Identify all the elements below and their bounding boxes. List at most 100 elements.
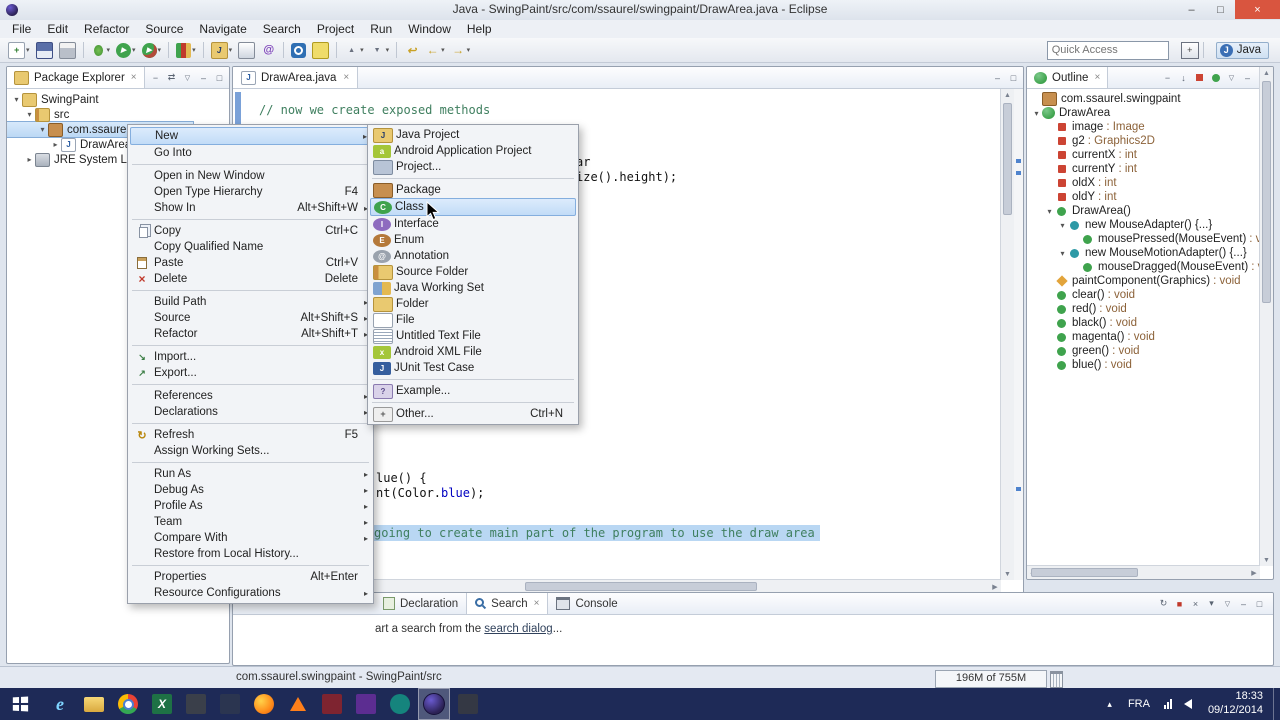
dark-app3-taskbar-button[interactable]: [452, 688, 484, 720]
maximize-view-icon[interactable]: [1252, 597, 1267, 611]
menu-item-source-folder[interactable]: Source Folder: [370, 264, 576, 280]
menu-item-other[interactable]: Other... Ctrl+N: [370, 406, 576, 422]
menu-item-debug-as[interactable]: Debug As ▸: [130, 482, 371, 498]
quick-access-input[interactable]: [1046, 40, 1169, 60]
outline-item-g2[interactable]: g2: Graphics2D: [1027, 134, 1161, 148]
outline-item-magenta[interactable]: magenta(): void: [1027, 330, 1161, 344]
minimize-view-icon[interactable]: [1240, 71, 1255, 85]
menu-item-profile-as[interactable]: Profile As ▸: [130, 498, 371, 514]
menu-item-folder[interactable]: Folder: [370, 296, 576, 312]
editor-tab-drawarea[interactable]: DrawArea.java ×: [233, 67, 359, 88]
jar-button[interactable]: [236, 40, 257, 60]
minimize-window-button[interactable]: [1177, 0, 1206, 19]
scrollbar-thumb[interactable]: [1003, 103, 1012, 215]
network-icon[interactable]: [1163, 699, 1172, 709]
expand-arrow-icon[interactable]: ▾: [1057, 249, 1068, 258]
menu-item-show-in[interactable]: Show In Alt+Shift+W ▸: [130, 200, 371, 216]
outline-item-green[interactable]: green(): void: [1027, 344, 1146, 358]
sort-icon[interactable]: [1176, 71, 1191, 85]
red-app-taskbar-button[interactable]: [316, 688, 348, 720]
minimize-view-icon[interactable]: [1236, 597, 1251, 611]
java-perspective-button[interactable]: J Java: [1215, 41, 1269, 59]
vertical-scrollbar[interactable]: ▲ ▼: [1259, 67, 1273, 566]
run-search-again-icon[interactable]: [1156, 597, 1171, 611]
expand-arrow-icon[interactable]: ▾: [11, 95, 22, 104]
search-history-icon[interactable]: [1204, 597, 1219, 611]
outline-item-black[interactable]: black(): void: [1027, 316, 1143, 330]
taskbar-clock[interactable]: 18:33 09/12/2014: [1208, 690, 1263, 718]
outline-item-currenty[interactable]: currentY: int: [1027, 162, 1143, 176]
menu-item-assign-working-sets[interactable]: Assign Working Sets...: [130, 443, 371, 459]
minimize-view-icon[interactable]: [196, 71, 211, 85]
overview-mark[interactable]: [1016, 159, 1021, 163]
expand-arrow-icon[interactable]: ▾: [1044, 207, 1055, 216]
menu-item-team[interactable]: Team ▸: [130, 514, 371, 530]
menubar-item-navigate[interactable]: Navigate: [191, 21, 254, 37]
vertical-scrollbar[interactable]: ▲ ▼: [1000, 89, 1014, 580]
close-view-icon[interactable]: ×: [1094, 72, 1100, 83]
outline-item-mousedragged-mouseevent[interactable]: mouseDragged(MouseEvent): void: [1027, 260, 1273, 274]
menu-item-project[interactable]: Project...: [370, 159, 576, 175]
firefox-taskbar-button[interactable]: [248, 688, 280, 720]
menu-item-export[interactable]: Export...: [130, 365, 371, 381]
close-window-button[interactable]: [1235, 0, 1280, 19]
menu-item-restore-from-local-history[interactable]: Restore from Local History...: [130, 546, 371, 562]
outline-item-image[interactable]: image: Image: [1027, 120, 1151, 134]
expand-arrow-icon[interactable]: ▾: [37, 125, 48, 134]
outline-item-mousepressed-mouseevent[interactable]: mousePressed(MouseEvent): void: [1027, 232, 1273, 246]
menu-item-junit-test-case[interactable]: JUnit Test Case: [370, 360, 576, 376]
collapse-all-icon[interactable]: [1160, 71, 1175, 85]
menu-item-copy-qualified-name[interactable]: Copy Qualified Name: [130, 239, 371, 255]
menu-item-source[interactable]: Source Alt+Shift+S ▸: [130, 310, 371, 326]
hide-fields-icon[interactable]: [1192, 71, 1207, 85]
menubar-item-search[interactable]: Search: [255, 21, 309, 37]
overview-mark[interactable]: [1016, 171, 1021, 175]
outline-item-currentx[interactable]: currentX: int: [1027, 148, 1143, 162]
media-app-taskbar-button[interactable]: [384, 688, 416, 720]
save-button[interactable]: [34, 40, 55, 60]
overview-ruler[interactable]: [1013, 89, 1023, 580]
menu-item-go-into[interactable]: Go Into: [130, 145, 371, 161]
vlc-taskbar-button[interactable]: [282, 688, 314, 720]
menu-item-android-xml-file[interactable]: Android XML File: [370, 344, 576, 360]
scrollbar-thumb[interactable]: [1262, 81, 1271, 303]
new-java-project-button[interactable]: ▾: [209, 40, 235, 60]
scroll-right-icon[interactable]: ▶: [1248, 566, 1260, 579]
open-perspective-icon[interactable]: [1180, 41, 1199, 59]
purple-app-taskbar-button[interactable]: [350, 688, 382, 720]
next-annotation-button[interactable]: ▾: [368, 40, 392, 60]
menu-item-properties[interactable]: Properties Alt+Enter: [130, 569, 371, 585]
menu-item-package[interactable]: Package: [370, 182, 576, 198]
expand-arrow-icon[interactable]: ▸: [50, 140, 61, 149]
eclipse-taskbar-button[interactable]: [418, 688, 450, 720]
menu-item-references[interactable]: References ▸: [130, 388, 371, 404]
javadoc-button[interactable]: [259, 40, 278, 60]
menubar-item-run[interactable]: Run: [362, 21, 400, 37]
outline-item-drawarea[interactable]: ▾ DrawArea: [1027, 106, 1116, 120]
outline-item-new-mouseadapter[interactable]: ▾ new MouseAdapter() {...}: [1027, 218, 1218, 232]
run-button[interactable]: ▾: [114, 40, 138, 60]
language-indicator[interactable]: FRA: [1128, 698, 1150, 710]
menu-item-android-application-project[interactable]: Android Application Project: [370, 143, 576, 159]
menu-item-import[interactable]: Import...: [130, 349, 371, 365]
menu-item-class[interactable]: Class: [370, 198, 576, 216]
scroll-up-icon[interactable]: ▲: [1001, 89, 1014, 101]
outline-item-oldy[interactable]: oldY: int: [1027, 190, 1123, 204]
outline-item-new-mousemotionadapter[interactable]: ▾ new MouseMotionAdapter() {...}: [1027, 246, 1253, 260]
scrollbar-thumb[interactable]: [1031, 568, 1138, 577]
internet-explorer-taskbar-button[interactable]: [44, 688, 76, 720]
menubar-item-source[interactable]: Source: [137, 21, 191, 37]
menu-item-new[interactable]: New ▸: [130, 127, 371, 145]
chrome-taskbar-button[interactable]: [112, 688, 144, 720]
menu-item-paste[interactable]: Paste Ctrl+V: [130, 255, 371, 271]
back-button[interactable]: ▾: [423, 40, 447, 60]
dark-app2-taskbar-button[interactable]: [214, 688, 246, 720]
expand-arrow-icon[interactable]: ▾: [24, 110, 35, 119]
menu-item-open-in-new-window[interactable]: Open in New Window: [130, 168, 371, 184]
overview-mark[interactable]: [1016, 487, 1021, 491]
menu-item-untitled-text-file[interactable]: Untitled Text File: [370, 328, 576, 344]
menu-item-enum[interactable]: Enum: [370, 232, 576, 248]
coverage-button[interactable]: ▾: [174, 40, 198, 60]
menubar-item-file[interactable]: File: [4, 21, 39, 37]
external-tools-button[interactable]: ▾: [140, 40, 164, 60]
